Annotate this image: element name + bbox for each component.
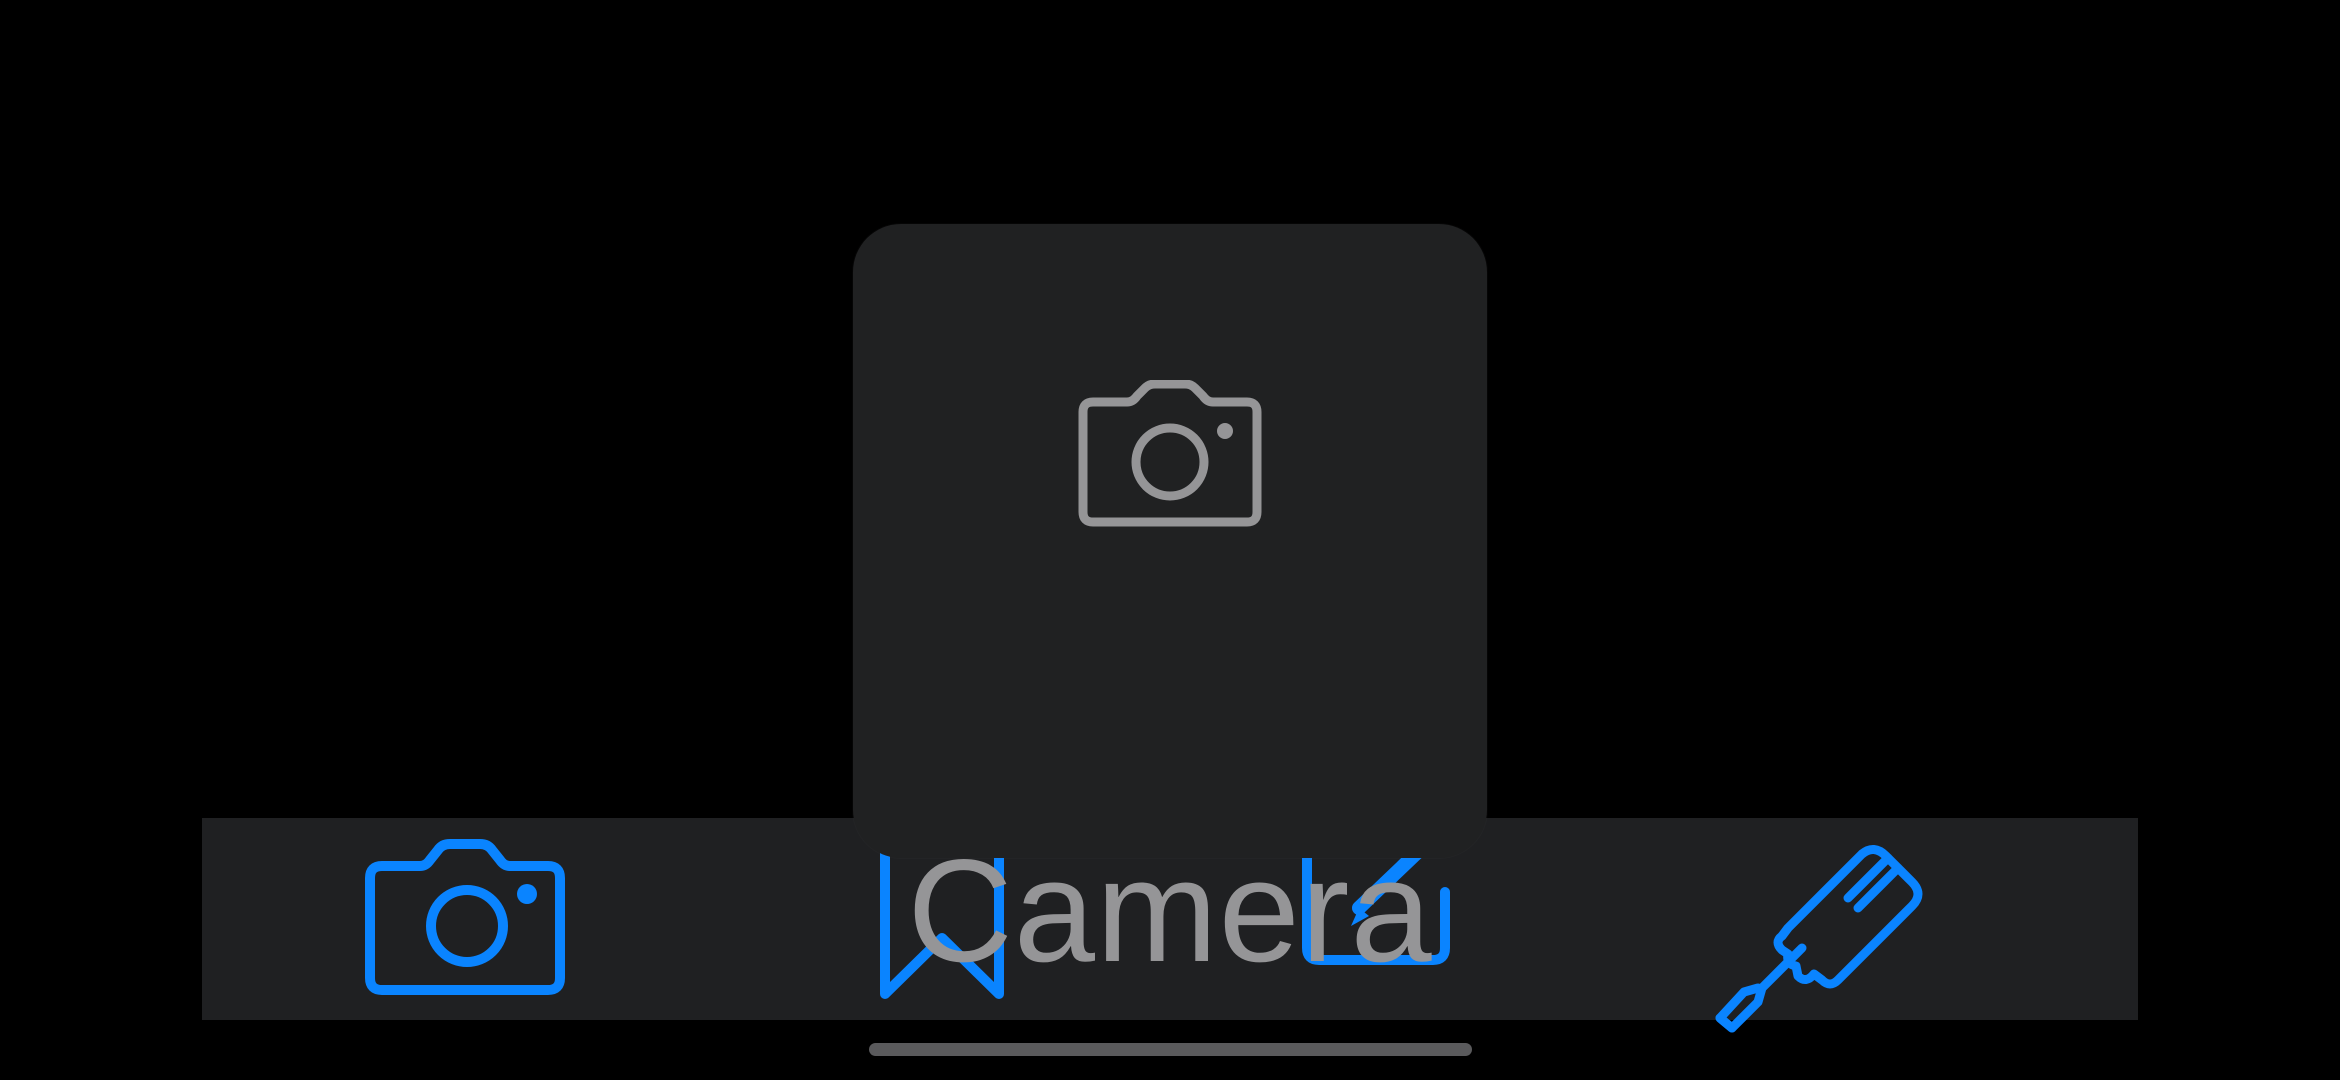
- hud-label: Camera: [907, 829, 1433, 992]
- tab-label-hud: Camera: [853, 224, 1487, 986]
- camera-icon: [365, 839, 565, 995]
- camera-icon: [1078, 380, 1262, 527]
- tab-camera[interactable]: [332, 818, 602, 1020]
- screwdriver-icon: [1715, 845, 1923, 1033]
- screen: Camera: [0, 0, 2340, 1080]
- home-indicator[interactable]: [869, 1043, 1472, 1056]
- tab-tools[interactable]: [1715, 818, 1982, 1033]
